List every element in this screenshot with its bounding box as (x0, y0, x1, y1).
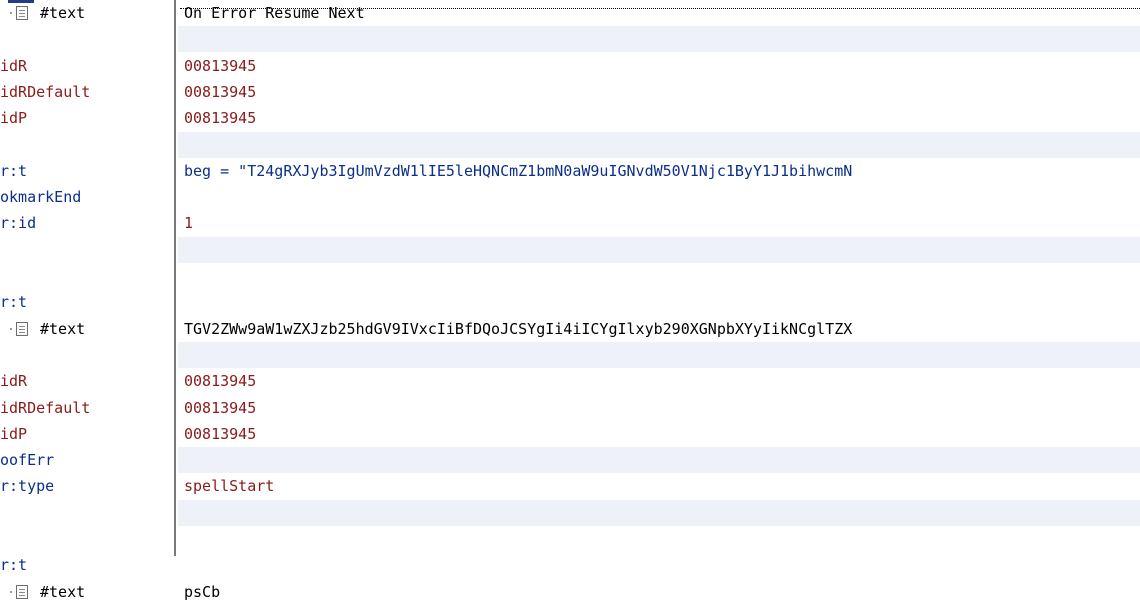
tree-connector-dot (10, 328, 12, 330)
node-name: oofErr (0, 451, 55, 469)
node-value-cell[interactable]: beg = "T24gRXJyb3IgUmVzdW1lIE5leHQNCmZ1b… (178, 158, 1140, 184)
spacer-row (0, 132, 1140, 158)
tree-row[interactable]: r:type spellStart (0, 473, 1140, 499)
node-name-cell (0, 26, 172, 52)
tree-row[interactable]: #text psCb (0, 579, 1140, 605)
column-splitter[interactable] (174, 0, 176, 556)
spacer-row (0, 263, 1140, 289)
node-value-cell[interactable] (178, 184, 1140, 210)
node-name-cell (0, 500, 172, 526)
node-name-cell: idP (0, 421, 172, 447)
node-value-cell[interactable] (178, 132, 1140, 158)
node-name-cell: #text (0, 579, 172, 605)
node-name-cell: oofErr (0, 447, 172, 473)
node-name-cell (0, 526, 172, 552)
node-name-cell: r:type (0, 473, 172, 499)
spacer-row (0, 526, 1140, 552)
node-value-cell[interactable]: spellStart (178, 473, 1140, 499)
focus-outline (180, 8, 1140, 9)
node-name: #text (40, 583, 86, 601)
node-name: idRDefault (0, 83, 91, 101)
node-name-cell: r:id (0, 210, 172, 236)
node-name: idR (0, 372, 28, 390)
tree-row[interactable]: idP 00813945 (0, 105, 1140, 131)
tree-connector-dot (10, 12, 12, 14)
tree-row[interactable]: idR 00813945 (0, 53, 1140, 79)
node-value-cell[interactable]: 1 (178, 210, 1140, 236)
node-name: r:t (0, 293, 28, 311)
node-value-cell[interactable] (178, 289, 1140, 315)
node-name: #text (40, 320, 86, 338)
node-name-cell: #text (0, 0, 172, 26)
node-name-cell: #text (0, 316, 172, 342)
node-name: idR (0, 57, 28, 75)
node-name-cell: r:t (0, 158, 172, 184)
node-value-cell[interactable] (178, 447, 1140, 473)
node-value-cell[interactable]: psCb (178, 579, 1140, 605)
node-name: okmarkEnd (0, 188, 82, 206)
tree-row[interactable]: r:t (0, 289, 1140, 315)
node-name: r:id (0, 214, 37, 232)
node-name-cell: r:t (0, 289, 172, 315)
node-name-cell: idR (0, 368, 172, 394)
tree-row[interactable]: oofErr (0, 447, 1140, 473)
tree-row[interactable]: r:t beg = "T24gRXJyb3IgUmVzdW1lIE5leHQNCm… (0, 158, 1140, 184)
node-value-cell[interactable] (178, 500, 1140, 526)
node-value-cell[interactable] (178, 26, 1140, 52)
node-name: idRDefault (0, 399, 91, 417)
tree-row[interactable]: #text On Error Resume Next (0, 0, 1140, 26)
node-name: #text (40, 4, 86, 22)
node-value-cell[interactable]: 00813945 (178, 53, 1140, 79)
xml-node-tree: #text On Error Resume Next idR 00813945 idRD… (0, 0, 1140, 601)
node-name-cell (0, 132, 172, 158)
spacer-row (0, 342, 1140, 368)
node-value-cell[interactable]: On Error Resume Next (178, 0, 1140, 26)
node-name: r:t (0, 556, 28, 574)
node-value-cell[interactable] (178, 263, 1140, 289)
node-name-cell (0, 342, 172, 368)
header-indicator (8, 0, 34, 3)
tree-connector-dot (10, 591, 12, 593)
node-name-cell: idRDefault (0, 395, 172, 421)
tree-row[interactable]: okmarkEnd (0, 184, 1140, 210)
node-value-cell[interactable]: 00813945 (178, 105, 1140, 131)
tree-row[interactable]: idR 00813945 (0, 368, 1140, 394)
node-name-cell (0, 263, 172, 289)
node-name: idP (0, 425, 28, 443)
tree-row[interactable]: idRDefault 00813945 (0, 79, 1140, 105)
node-value-cell[interactable]: 00813945 (178, 395, 1140, 421)
tree-row[interactable]: idRDefault 00813945 (0, 395, 1140, 421)
node-name: r:type (0, 477, 55, 495)
spacer-row (0, 26, 1140, 52)
node-name-cell (0, 237, 172, 263)
node-name: idP (0, 109, 28, 127)
tree-row[interactable]: r:id 1 (0, 210, 1140, 236)
node-value-cell[interactable]: 00813945 (178, 421, 1140, 447)
spacer-row (0, 500, 1140, 526)
tree-row[interactable]: idP 00813945 (0, 421, 1140, 447)
node-value-cell[interactable]: TGV2ZWw9aW1wZXJzb25hdGV9IVxcIiBfDQoJCSYg… (178, 316, 1140, 342)
node-name-cell: idRDefault (0, 79, 172, 105)
tree-row[interactable]: #text TGV2ZWw9aW1wZXJzb25hdGV9IVxcIiBfDQo… (0, 316, 1140, 342)
text-node-icon (16, 322, 28, 336)
text-node-icon (16, 6, 28, 20)
text-node-icon (16, 585, 28, 599)
node-value-cell[interactable]: 00813945 (178, 79, 1140, 105)
node-name-cell: idR (0, 53, 172, 79)
node-value-cell[interactable]: 00813945 (178, 368, 1140, 394)
node-value-cell[interactable] (178, 237, 1140, 263)
node-name-cell: okmarkEnd (0, 184, 172, 210)
spacer-row (0, 237, 1140, 263)
node-name: r:t (0, 162, 28, 180)
node-value-cell[interactable] (178, 342, 1140, 368)
node-value-cell[interactable] (178, 526, 1140, 552)
node-name-cell: idP (0, 105, 172, 131)
